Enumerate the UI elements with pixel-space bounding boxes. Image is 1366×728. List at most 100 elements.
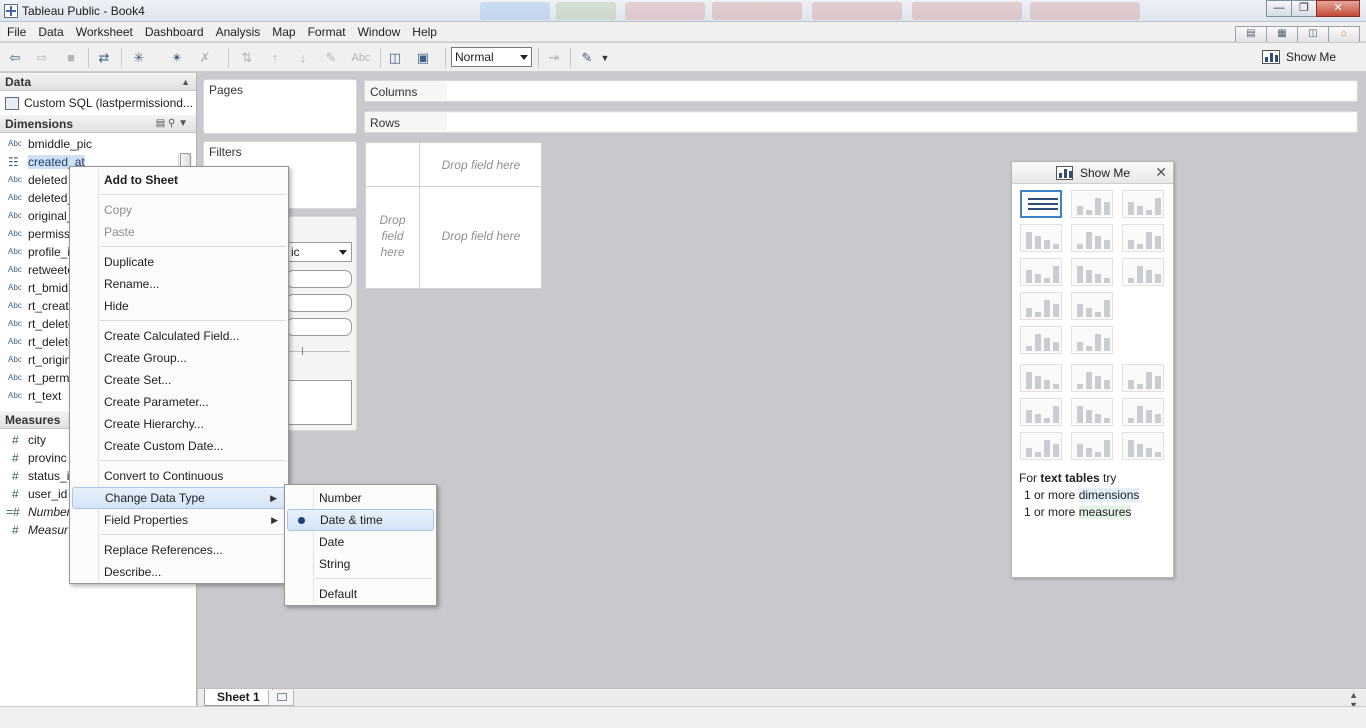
highlight-icon[interactable]: ✎: [322, 50, 340, 66]
chart-type-lines-discrete[interactable]: [1071, 326, 1113, 354]
drop-field-left[interactable]: Drop field here: [366, 212, 419, 260]
chart-type-histogram[interactable]: [1122, 432, 1164, 460]
swap-icon[interactable]: ⇅: [238, 50, 256, 66]
chart-type-area-discrete[interactable]: [1071, 364, 1113, 392]
marks-size-pill[interactable]: [286, 294, 352, 312]
chart-type-bullet-graph[interactable]: [1071, 432, 1113, 460]
chart-type-symbol-map[interactable]: [1020, 292, 1062, 320]
data-type-default[interactable]: Default: [287, 583, 434, 605]
menu-map[interactable]: Map: [266, 22, 301, 42]
chart-type-dual-combination[interactable]: [1122, 398, 1164, 426]
chart-type-scatter-plot[interactable]: [1020, 398, 1062, 426]
sheet-tab-sheet-1[interactable]: Sheet 1: [204, 689, 273, 706]
datasource-item[interactable]: Custom SQL (lastpermissiond...: [0, 94, 196, 113]
menu-analysis[interactable]: Analysis: [210, 22, 267, 42]
back-arrow-icon[interactable]: ⇦: [6, 50, 24, 66]
chart-type-circle-views[interactable]: [1020, 258, 1062, 286]
data-type-number[interactable]: Number: [287, 487, 434, 509]
menu-item-create-parameter[interactable]: Create Parameter...: [72, 391, 286, 413]
menu-item-add-to-sheet[interactable]: Add to Sheet: [72, 169, 286, 191]
columns-shelf[interactable]: Columns: [364, 80, 1358, 102]
presentation-icon[interactable]: ◫: [386, 50, 404, 66]
menu-item-duplicate[interactable]: Duplicate: [72, 251, 286, 273]
marks-slider[interactable]: [288, 351, 350, 352]
marks-detail-area[interactable]: [286, 380, 352, 425]
menu-item-describe[interactable]: Describe...: [72, 561, 286, 583]
fit-select[interactable]: Normal: [451, 47, 532, 67]
chart-type-heat-map[interactable]: [1071, 190, 1113, 218]
close-icon[interactable]: ✕: [1155, 164, 1167, 181]
menu-item-create-custom-date[interactable]: Create Custom Date...: [72, 435, 286, 457]
menu-item-replace-references[interactable]: Replace References...: [72, 539, 286, 561]
dimension-field[interactable]: Abc bmiddle_pic: [0, 135, 196, 153]
sort-ascending-icon[interactable]: ↑: [266, 50, 284, 66]
chart-type-text-table[interactable]: [1020, 190, 1062, 218]
save-icon[interactable]: ■: [62, 50, 80, 66]
chart-type-side-by-side-circles[interactable]: [1071, 258, 1113, 286]
new-worksheet-icon[interactable]: ✳: [130, 50, 148, 66]
menu-dashboard[interactable]: Dashboard: [139, 22, 210, 42]
rows-shelf[interactable]: Rows: [364, 111, 1358, 133]
pen-annotate-icon[interactable]: ✎: [578, 50, 596, 66]
connect-data-icon[interactable]: ⇄: [95, 50, 113, 66]
mark-type-select[interactable]: ic: [288, 242, 352, 262]
chart-type-gantt[interactable]: [1020, 432, 1062, 460]
home-view-tab[interactable]: ⌂: [1328, 26, 1360, 42]
datasource-view-tab[interactable]: ◫: [1297, 26, 1329, 42]
chart-type-dual-lines[interactable]: [1071, 398, 1113, 426]
menu-item-create-hierarchy[interactable]: Create Hierarchy...: [72, 413, 286, 435]
menu-file[interactable]: File: [1, 22, 32, 42]
drop-field-top[interactable]: Drop field here: [420, 158, 542, 172]
show-me-button[interactable]: Show Me: [1262, 46, 1336, 68]
marks-slider-thumb[interactable]: [302, 347, 303, 355]
data-type-date[interactable]: Date: [287, 531, 434, 553]
chart-type-stacked-bars[interactable]: [1071, 224, 1113, 252]
columns-drop-area[interactable]: [447, 82, 1356, 100]
menu-item-convert-to-continuous[interactable]: Convert to Continuous: [72, 465, 286, 487]
menu-item-create-set[interactable]: Create Set...: [72, 369, 286, 391]
chevron-down-icon[interactable]: ▼: [596, 50, 614, 66]
menu-data[interactable]: Data: [32, 22, 69, 42]
labels-abc-icon[interactable]: Abc: [348, 50, 374, 66]
menu-item-rename[interactable]: Rename...: [72, 273, 286, 295]
data-type-string[interactable]: String: [287, 553, 434, 575]
duplicate-sheet-icon[interactable]: ✴: [168, 50, 186, 66]
marks-label-pill[interactable]: [286, 318, 352, 336]
chart-type-pie-chart[interactable]: [1122, 364, 1164, 392]
menu-item-field-properties[interactable]: Field Properties ▶: [72, 509, 286, 531]
close-window-button[interactable]: ✕: [1316, 0, 1360, 17]
chart-type-filled-map[interactable]: [1071, 292, 1113, 320]
menu-worksheet[interactable]: Worksheet: [70, 22, 139, 42]
data-type-date-time[interactable]: Date & time: [287, 509, 434, 531]
forward-arrow-icon[interactable]: ⇨: [33, 50, 51, 66]
menu-help[interactable]: Help: [406, 22, 443, 42]
view-search-sort-icons[interactable]: ▤ ⚲ ▼: [156, 115, 188, 133]
chart-type-area-continuous[interactable]: [1020, 364, 1062, 392]
pages-shelf[interactable]: Pages: [203, 79, 357, 134]
menu-item-hide[interactable]: Hide: [72, 295, 286, 317]
chart-type-packed-bubbles[interactable]: [1122, 258, 1164, 286]
dashboard-view-tab[interactable]: ▦: [1266, 26, 1298, 42]
menu-item-change-data-type[interactable]: Change Data Type ▶: [72, 487, 286, 509]
chart-type-highlight-table[interactable]: [1122, 190, 1164, 218]
new-worksheet-tab[interactable]: [268, 690, 294, 706]
menu-window[interactable]: Window: [352, 22, 407, 42]
group-icon[interactable]: ▣: [414, 50, 432, 66]
menu-item-create-group[interactable]: Create Group...: [72, 347, 286, 369]
chart-type-horizontal-bars[interactable]: [1020, 224, 1062, 252]
worksheet-view-tab[interactable]: ▤: [1235, 26, 1267, 42]
marks-color-pill[interactable]: [286, 270, 352, 288]
rows-drop-area[interactable]: [447, 113, 1356, 131]
chart-type-lines-continuous[interactable]: [1020, 326, 1062, 354]
clear-sheet-icon[interactable]: ✗: [196, 50, 214, 66]
sort-descending-icon[interactable]: ↓: [294, 50, 312, 66]
drop-field-main[interactable]: Drop field here: [420, 229, 542, 243]
pane-menu-icon[interactable]: ▲: [181, 73, 190, 91]
menu-item-create-calculated-field[interactable]: Create Calculated Field...: [72, 325, 286, 347]
minimize-button[interactable]: —: [1266, 0, 1292, 17]
view-canvas[interactable]: Drop field here Drop field here Drop fie…: [365, 142, 542, 289]
fix-axes-icon[interactable]: ⇥: [545, 50, 563, 66]
maximize-button[interactable]: ❐: [1291, 0, 1317, 17]
chart-type-side-by-side-bars[interactable]: [1122, 224, 1164, 252]
menu-format[interactable]: Format: [302, 22, 352, 42]
